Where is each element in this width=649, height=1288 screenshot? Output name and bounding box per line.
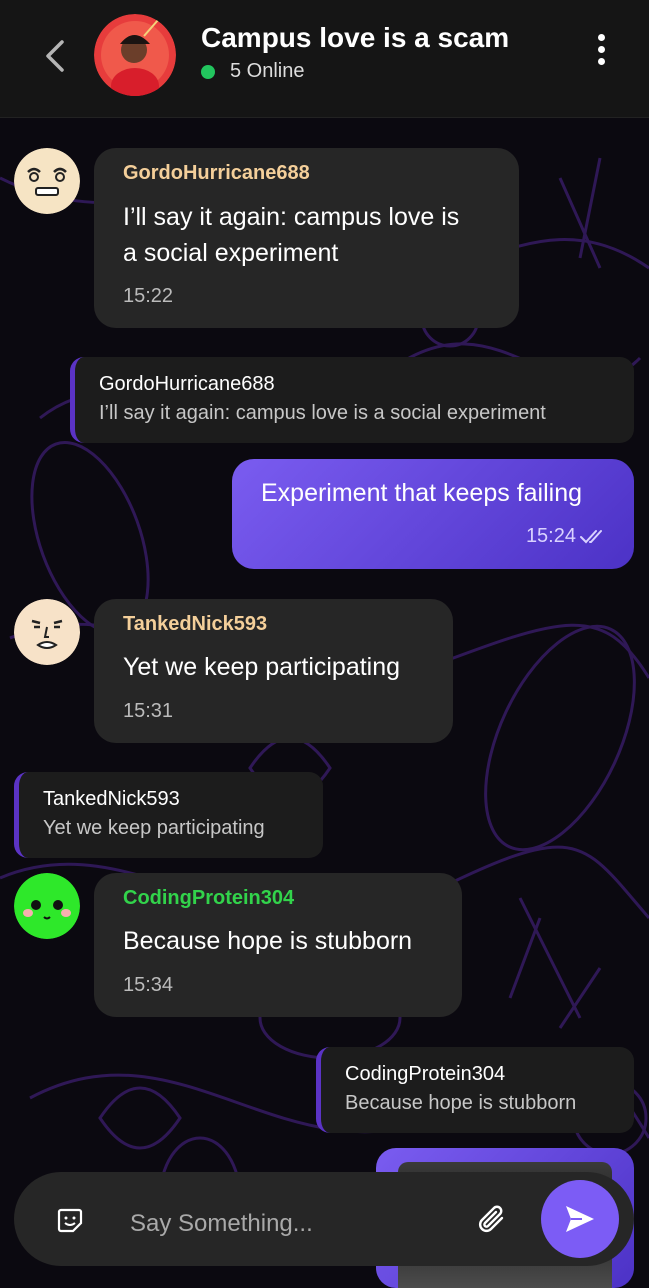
message-text-line: a social experiment [123,239,339,267]
avatar[interactable] [14,599,80,665]
message-text: Because hope is stubborn [123,927,413,955]
message-time: 15:24 [525,525,576,547]
avatar[interactable] [14,873,80,939]
reply-quote[interactable]: TankedNick593 Yet we keep participating [14,772,323,858]
group-title[interactable]: Campus love is a scam [201,22,509,54]
outgoing-message-bubble[interactable]: Experiment that keeps failing 15:24 [232,459,634,569]
message-text-line: I’ll say it again: campus love is [123,203,460,231]
online-indicator [201,65,215,79]
send-icon [566,1206,594,1232]
message-sender[interactable]: TankedNick593 [123,613,267,636]
quote-text: Yet we keep participating [43,817,265,839]
message-time: 15:34 [123,974,174,996]
message-bubble[interactable]: GordoHurricane688 I’ll say it again: cam… [94,148,519,328]
send-button[interactable] [541,1180,619,1258]
message-input[interactable]: Say Something... [130,1210,313,1238]
message-time: 15:31 [123,700,174,722]
reply-quote[interactable]: GordoHurricane688 I’ll say it again: cam… [70,357,634,443]
online-count: 5 Online [230,60,305,82]
group-avatar[interactable] [94,14,176,96]
sticker-icon[interactable] [56,1206,84,1234]
chat-header: Campus love is a scam 5 Online [0,0,649,118]
quote-sender: GordoHurricane688 [99,373,275,395]
quote-sender: CodingProtein304 [345,1063,506,1085]
message-text: Yet we keep participating [123,653,401,681]
quote-text: I’ll say it again: campus love is a soci… [99,402,546,424]
paperclip-icon[interactable] [477,1202,509,1238]
avatar[interactable] [14,148,80,214]
quote-text: Because hope is stubborn [345,1092,577,1114]
back-chevron-icon[interactable] [38,36,72,76]
message-sender[interactable]: GordoHurricane688 [123,162,310,185]
message-text: Experiment that keeps failing [261,479,583,507]
message-bubble[interactable]: CodingProtein304 Because hope is stubbor… [94,873,462,1017]
quote-sender: TankedNick593 [43,788,180,810]
message-time: 15:22 [123,285,174,307]
message-bubble[interactable]: TankedNick593 Yet we keep participating … [94,599,453,743]
double-check-icon [580,530,602,544]
message-sender[interactable]: CodingProtein304 [123,887,294,910]
reply-quote[interactable]: CodingProtein304 Because hope is stubbor… [316,1047,634,1133]
message-composer: Say Something... [14,1172,634,1266]
more-vertical-icon[interactable] [592,34,610,68]
